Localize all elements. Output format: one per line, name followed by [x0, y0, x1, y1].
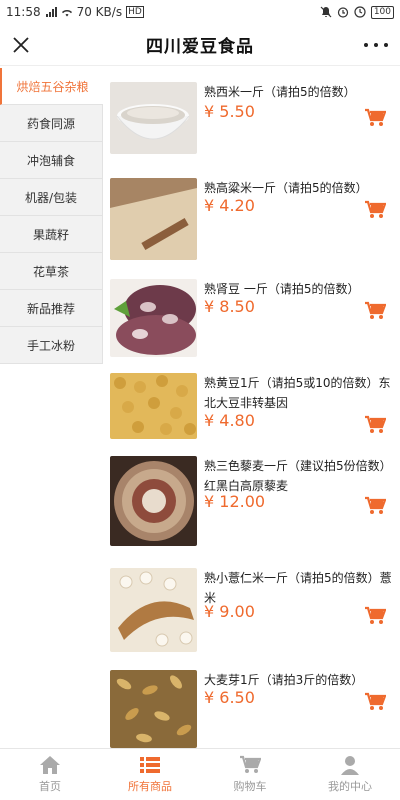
product-item[interactable]: 大麦芽1斤（请拍3斤的倍数） ¥ 6.50 — [108, 670, 400, 748]
net-speed: 70 KB/s — [76, 5, 123, 19]
product-name: 大麦芽1斤（请拍3斤的倍数） — [204, 673, 364, 687]
sidebar-item-herbal-tea[interactable]: 花草茶 — [0, 253, 103, 290]
nav-cart[interactable]: 购物车 — [200, 749, 300, 800]
close-icon[interactable] — [10, 34, 32, 56]
product-image — [110, 373, 197, 439]
list-icon — [140, 757, 160, 773]
product-image — [110, 82, 197, 154]
nav-label: 首页 — [39, 780, 61, 793]
product-image — [110, 456, 197, 546]
more-dot-icon — [384, 43, 388, 47]
product-name: 熟西米一斤（请拍5的倍数） — [204, 85, 356, 99]
product-list: 熟西米一斤（请拍5的倍数） ¥ 5.50 熟高粱米一斤（请拍5的倍数） ¥ 4.… — [108, 68, 400, 748]
app-header: 四川爱豆食品 — [0, 24, 400, 66]
status-left: 11:58 70 KB/s HD — [6, 5, 144, 19]
nav-label: 所有商品 — [128, 780, 172, 793]
sidebar-item-label: 花草茶 — [32, 264, 69, 279]
battery-icon: 100 — [370, 5, 394, 19]
product-image — [110, 568, 197, 652]
more-dot-icon — [374, 43, 378, 47]
sidebar-item-label: 冲泡辅食 — [26, 153, 75, 168]
add-to-cart-icon[interactable] — [364, 108, 386, 128]
hd-badge: HD — [126, 6, 144, 18]
product-name: 熟黄豆1斤（请拍5或10的倍数）东北大豆非转基因 — [204, 376, 391, 410]
sidebar-item-label: 烘焙五谷杂粮 — [16, 79, 89, 94]
signal-icon — [45, 7, 57, 17]
product-item[interactable]: 熟高粱米一斤（请拍5的倍数） ¥ 4.20 — [108, 178, 400, 266]
more-options-button[interactable] — [364, 34, 388, 56]
product-item[interactable]: 熟黄豆1斤（请拍5或10的倍数）东北大豆非转基因 ¥ 4.80 — [108, 373, 400, 443]
product-price: ¥ 12.00 — [204, 492, 266, 511]
add-to-cart-icon[interactable] — [364, 301, 386, 321]
sidebar-item-label: 手工冰粉 — [26, 338, 75, 353]
product-price: ¥ 8.50 — [204, 297, 255, 316]
home-icon — [40, 756, 60, 774]
add-to-cart-icon[interactable] — [364, 415, 386, 435]
sidebar-item-seeds[interactable]: 果蔬籽 — [0, 216, 103, 253]
product-image — [110, 178, 197, 260]
sidebar-item-machines-packaging[interactable]: 机器/包装 — [0, 179, 103, 216]
alarm-icon — [337, 7, 348, 18]
product-item[interactable]: 熟肾豆 一斤（请拍5的倍数） ¥ 8.50 — [108, 279, 400, 367]
sidebar-item-ice-jelly[interactable]: 手工冰粉 — [0, 327, 103, 364]
status-time: 11:58 — [6, 5, 41, 19]
sidebar-item-label: 药食同源 — [26, 116, 75, 131]
sidebar-item-new-products[interactable]: 新品推荐 — [0, 290, 103, 327]
sidebar-item-label: 新品推荐 — [26, 301, 75, 316]
add-to-cart-icon[interactable] — [364, 200, 386, 220]
product-item[interactable]: 熟小薏仁米一斤（请拍5的倍数）薏米 ¥ 9.00 — [108, 568, 400, 652]
product-price: ¥ 9.00 — [204, 602, 255, 621]
product-price: ¥ 6.50 — [204, 688, 255, 707]
product-price: ¥ 4.80 — [204, 411, 255, 430]
product-image — [110, 279, 197, 357]
status-bar: 11:58 70 KB/s HD 100 — [0, 0, 400, 24]
sidebar-item-instant-food[interactable]: 冲泡辅食 — [0, 142, 103, 179]
product-item[interactable]: 熟三色藜麦一斤（建议拍5份倍数）红黑白高原藜麦 ¥ 12.00 — [108, 456, 400, 546]
add-to-cart-icon[interactable] — [364, 606, 386, 626]
cart-icon — [240, 755, 261, 773]
product-item[interactable]: 熟西米一斤（请拍5的倍数） ¥ 5.50 — [108, 82, 400, 170]
sidebar-item-baking-grains[interactable]: 烘焙五谷杂粮 — [0, 68, 103, 105]
sidebar-item-label: 机器/包装 — [24, 190, 78, 205]
nav-home[interactable]: 首页 — [0, 749, 100, 800]
user-icon — [341, 756, 359, 775]
nav-label: 我的中心 — [328, 780, 372, 793]
product-image — [110, 670, 197, 748]
nav-my-center[interactable]: 我的中心 — [300, 749, 400, 800]
category-sidebar: 烘焙五谷杂粮 药食同源 冲泡辅食 机器/包装 果蔬籽 花草茶 新品推荐 手工冰粉 — [0, 68, 103, 364]
product-name: 熟肾豆 一斤（请拍5的倍数） — [204, 282, 360, 296]
nav-all-products[interactable]: 所有商品 — [100, 749, 200, 800]
add-to-cart-icon[interactable] — [364, 692, 386, 712]
product-price: ¥ 4.20 — [204, 196, 255, 215]
add-to-cart-icon[interactable] — [364, 496, 386, 516]
more-dot-icon — [364, 43, 368, 47]
page-title: 四川爱豆食品 — [146, 37, 254, 57]
product-price: ¥ 5.50 — [204, 102, 255, 121]
bottom-nav: 首页 所有商品 购物车 我的中心 — [0, 748, 400, 800]
wifi-icon — [61, 9, 72, 17]
status-right: 100 — [320, 5, 394, 19]
product-name: 熟三色藜麦一斤（建议拍5份倍数）红黑白高原藜麦 — [204, 459, 392, 493]
nav-label: 购物车 — [233, 780, 267, 793]
sidebar-item-label: 果蔬籽 — [32, 227, 69, 242]
clock-icon — [354, 6, 366, 18]
sidebar-item-medicinal-food[interactable]: 药食同源 — [0, 105, 103, 142]
mute-icon — [320, 6, 332, 18]
product-name: 熟高粱米一斤（请拍5的倍数） — [204, 181, 368, 195]
